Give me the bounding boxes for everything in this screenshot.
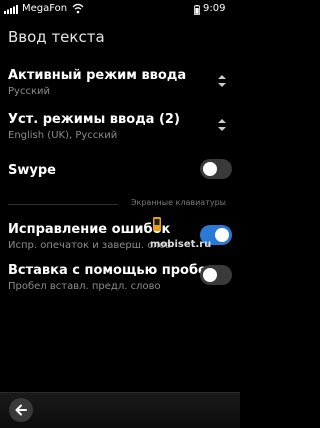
up-down-chevron-icon [218, 75, 226, 87]
section-divider [8, 204, 118, 205]
page-title: Ввод текста [8, 28, 105, 46]
back-arrow-icon [15, 404, 27, 416]
setting-label: Исправление ошибок [8, 222, 171, 237]
setting-swype: Swype [0, 158, 240, 182]
section-header-label: Экранные клавиатуры [130, 198, 226, 207]
signal-icon [4, 5, 18, 14]
setting-value: Русский [8, 86, 50, 97]
status-bar: MegaFon 9:09 [0, 0, 240, 19]
toggle-knob [203, 268, 217, 282]
clock: 9:09 [203, 3, 226, 14]
setting-space-insert: Вставка с помощью пробела Пробел вставл.… [0, 261, 240, 295]
swype-toggle[interactable] [200, 159, 232, 179]
setting-value: English (UK), Русский [8, 130, 118, 141]
setting-label: Активный режим ввода [8, 68, 187, 83]
wifi-icon [72, 3, 84, 14]
setting-label: Уст. режимы ввода (2) [8, 112, 180, 127]
watermark-phone-icon [153, 217, 161, 231]
toggle-knob [215, 228, 229, 242]
setting-description: Пробел вставл. предл. слово [8, 281, 161, 292]
setting-description: Испр. опечаток и заверш. слов [8, 240, 172, 251]
toggle-knob [203, 162, 217, 176]
back-button[interactable] [9, 398, 33, 422]
up-down-chevron-icon [218, 119, 226, 131]
setting-installed-input-modes[interactable]: Уст. режимы ввода (2) English (UK), Русс… [0, 110, 240, 144]
setting-label: Swype [8, 163, 56, 178]
section-header: Экранные клавиатуры [0, 197, 240, 211]
battery-icon [194, 5, 200, 15]
carrier-name: MegaFon [22, 3, 68, 14]
bottom-toolbar [0, 392, 240, 428]
setting-active-input-mode[interactable]: Активный режим ввода Русский [0, 66, 240, 100]
watermark-text: mobiset.ru [150, 239, 212, 250]
space-insert-toggle[interactable] [200, 265, 232, 285]
setting-label: Вставка с помощью пробела [8, 263, 226, 278]
